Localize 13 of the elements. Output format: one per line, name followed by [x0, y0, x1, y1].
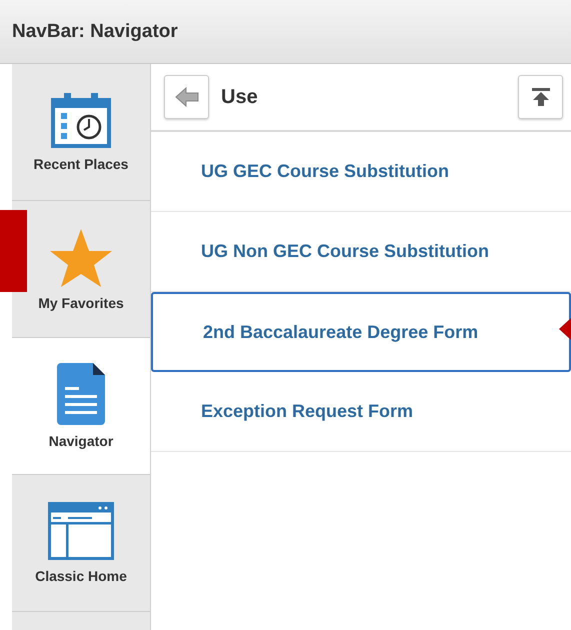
back-button[interactable] [164, 75, 209, 119]
browser-window-icon [48, 502, 114, 560]
document-icon [57, 363, 105, 425]
up-arrow-icon [530, 87, 550, 107]
scroll-top-button[interactable] [518, 75, 563, 119]
calendar-clock-icon [51, 92, 111, 148]
left-arrow-icon [174, 87, 198, 107]
navbar-tab[interactable]: Navigator [12, 338, 150, 475]
star-icon [49, 227, 113, 287]
panel-title: Use [221, 86, 259, 108]
navbar-title: NavBar: Navigator [12, 20, 178, 42]
navigator-link[interactable]: 2nd Baccalaureate Degree Form [151, 292, 571, 372]
pointer-icon [559, 318, 571, 340]
